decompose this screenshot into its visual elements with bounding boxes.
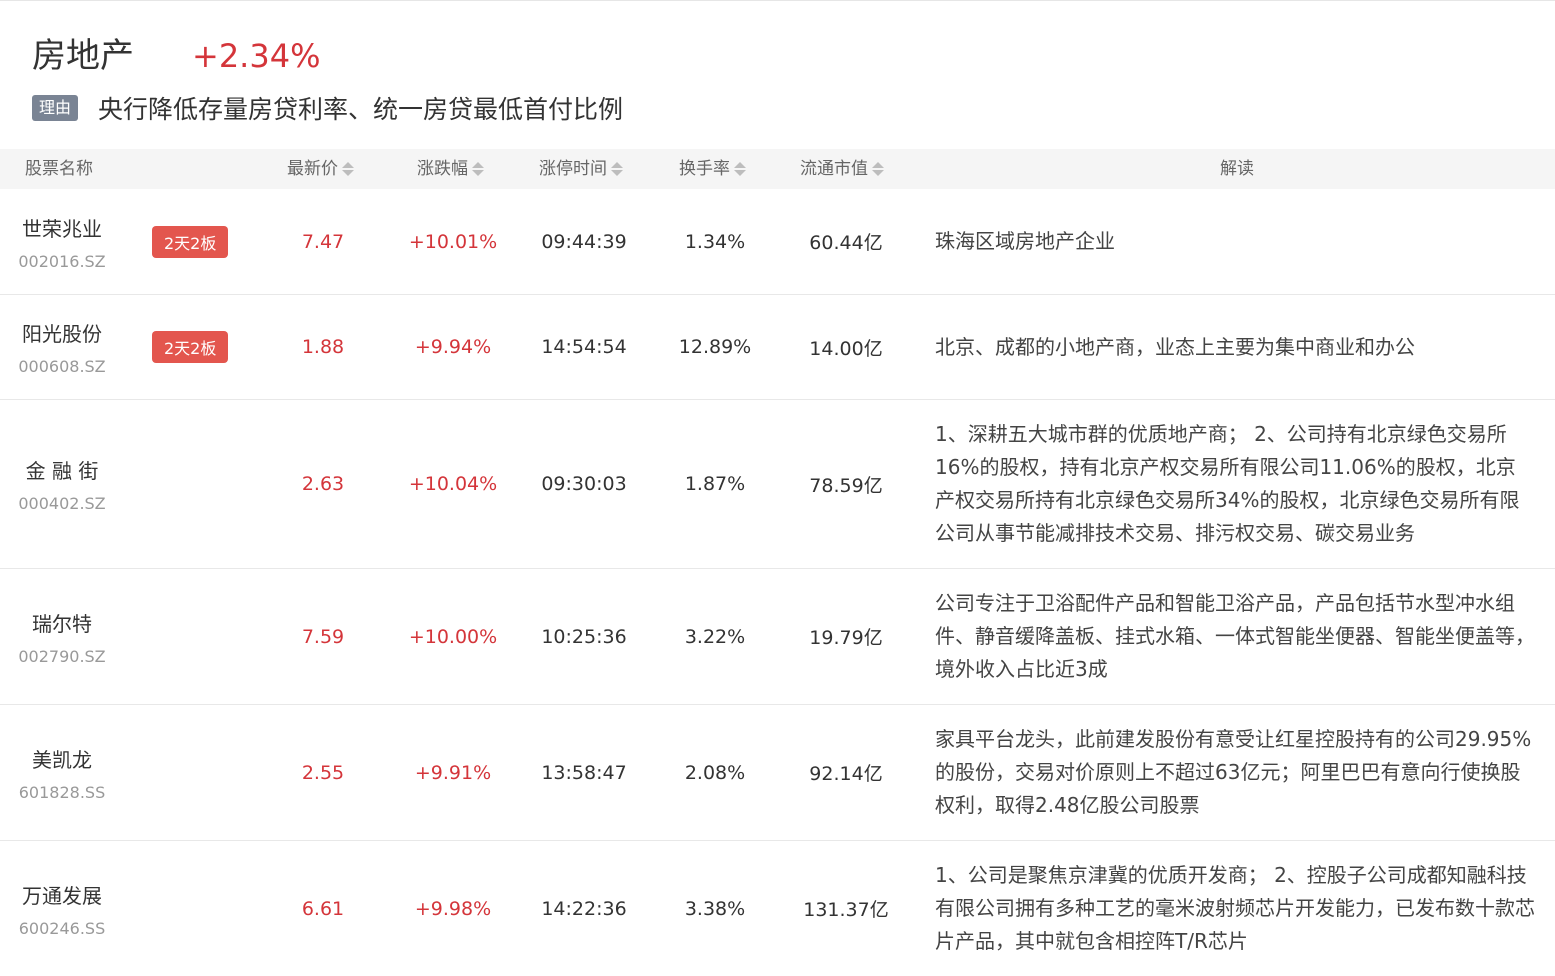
- stock-code: 002790.SZ: [18, 646, 106, 666]
- header-desc: 解读: [1220, 149, 1254, 189]
- float-market-cap: 78.59亿: [809, 474, 883, 497]
- sector-change: +2.34%: [192, 37, 321, 75]
- stock-name[interactable]: 世荣兆业: [22, 213, 102, 242]
- limit-up-time: 10:25:36: [541, 625, 627, 648]
- sort-icon[interactable]: [342, 162, 354, 176]
- stock-table-body: 世荣兆业 002016.SZ 2天2板 7.47 +10.01% 09:44:3…: [0, 189, 1555, 976]
- limit-up-time: 14:22:36: [541, 897, 627, 920]
- reason-row: 理由 央行降低存量房贷利率、统一房贷最低首付比例: [32, 90, 1512, 126]
- stock-name-cell[interactable]: 世荣兆业 002016.SZ: [0, 189, 124, 294]
- header-desc-label: 解读: [1220, 159, 1254, 179]
- stock-name-cell[interactable]: 阳光股份 000608.SZ: [0, 295, 124, 399]
- stock-code: 002016.SZ: [18, 251, 106, 271]
- header-change[interactable]: 涨跌幅: [417, 149, 484, 189]
- latest-price: 2.63: [301, 473, 345, 495]
- change-pct: +10.00%: [408, 625, 498, 648]
- latest-price: 7.59: [301, 625, 345, 648]
- change-pct: +9.91%: [414, 761, 492, 784]
- table-header: 股票名称 最新价 涨跌幅 涨停时间 换手率 流通市值 解读: [0, 149, 1555, 189]
- latest-price: 6.61: [301, 897, 345, 920]
- header-name-label: 股票名称: [25, 159, 93, 179]
- turnover-rate: 3.22%: [684, 625, 746, 648]
- title-row: 房地产 +2.34%: [32, 28, 1512, 76]
- header-float-cap-label: 流通市值: [800, 159, 868, 179]
- change-pct: +10.04%: [408, 473, 498, 495]
- table-row[interactable]: 瑞尔特 002790.SZ 7.59 +10.00% 10:25:36 3.22…: [0, 569, 1555, 705]
- float-market-cap: 131.37亿: [803, 899, 889, 921]
- limit-up-time: 14:54:54: [541, 336, 627, 358]
- limit-up-time: 09:44:39: [541, 230, 627, 253]
- top-divider: [0, 0, 1555, 1]
- sort-icon[interactable]: [872, 162, 884, 176]
- header-turnover[interactable]: 换手率: [679, 149, 746, 189]
- stock-description-text: 北京、成都的小地产商，业态上主要为集中商业和办公: [935, 334, 1415, 359]
- float-market-cap: 19.79亿: [809, 627, 883, 649]
- limit-up-badge: 2天2板: [152, 331, 229, 363]
- header-turnover-label: 换手率: [679, 159, 730, 179]
- stock-name-cell[interactable]: 瑞尔特 002790.SZ: [0, 569, 124, 704]
- change-pct: +9.94%: [414, 336, 492, 358]
- header-price-label: 最新价: [287, 159, 338, 179]
- stock-description: 北京、成都的小地产商，业态上主要为集中商业和办公: [935, 295, 1535, 399]
- turnover-rate: 1.87%: [684, 473, 746, 495]
- stock-name[interactable]: 万通发展: [22, 880, 102, 909]
- change-pct: +9.98%: [414, 897, 492, 920]
- reason-text: 央行降低存量房贷利率、统一房贷最低首付比例: [98, 95, 624, 124]
- table-row[interactable]: 金 融 街 000402.SZ 2.63 +10.04% 09:30:03 1.…: [0, 400, 1555, 569]
- float-market-cap: 60.44亿: [809, 232, 883, 254]
- float-market-cap: 14.00亿: [809, 337, 883, 360]
- stock-name[interactable]: 阳光股份: [22, 318, 102, 347]
- stock-description-text: 公司专注于卫浴配件产品和智能卫浴产品，产品包括节水型冲水组件、静音缓降盖板、挂式…: [935, 591, 1535, 681]
- header-price[interactable]: 最新价: [287, 149, 354, 189]
- stock-description-text: 1、深耕五大城市群的优质地产商； 2、公司持有北京绿色交易所16%的股权，持有北…: [935, 422, 1520, 545]
- stock-code: 000608.SZ: [18, 357, 106, 376]
- header-float-cap[interactable]: 流通市值: [800, 149, 884, 189]
- reason-tag: 理由: [32, 95, 79, 121]
- header-name: 股票名称: [25, 149, 93, 189]
- stock-description: 家具平台龙头，此前建发股份有意受让红星控股持有的公司29.95%的股份，交易对价…: [935, 705, 1535, 840]
- float-market-cap: 92.14亿: [809, 763, 883, 785]
- stock-description-text: 家具平台龙头，此前建发股份有意受让红星控股持有的公司29.95%的股份，交易对价…: [935, 727, 1532, 817]
- limit-up-badge: 2天2板: [152, 225, 229, 258]
- stock-code: 601828.SS: [18, 782, 106, 802]
- limit-up-time: 09:30:03: [541, 473, 627, 495]
- turnover-rate: 1.34%: [684, 230, 746, 253]
- limit-up-time: 13:58:47: [541, 761, 627, 784]
- header-limit-time[interactable]: 涨停时间: [539, 149, 623, 189]
- stock-description: 珠海区域房地产企业: [935, 189, 1535, 294]
- header-change-label: 涨跌幅: [417, 159, 468, 179]
- turnover-rate: 2.08%: [684, 761, 746, 784]
- stock-description: 1、深耕五大城市群的优质地产商； 2、公司持有北京绿色交易所16%的股权，持有北…: [935, 400, 1535, 568]
- stock-name-cell[interactable]: 金 融 街 000402.SZ: [0, 400, 124, 568]
- stock-name[interactable]: 美凯龙: [32, 744, 92, 773]
- stock-name-cell[interactable]: 美凯龙 601828.SS: [0, 705, 124, 840]
- turnover-rate: 12.89%: [678, 336, 752, 358]
- turnover-rate: 3.38%: [684, 897, 746, 920]
- stock-name[interactable]: 金 融 街: [26, 455, 99, 484]
- stock-description-text: 1、公司是聚焦京津冀的优质开发商； 2、控股子公司成都知融科技有限公司拥有多种工…: [935, 863, 1535, 953]
- sort-icon[interactable]: [734, 162, 746, 176]
- table-row[interactable]: 美凯龙 601828.SS 2.55 +9.91% 13:58:47 2.08%…: [0, 705, 1555, 841]
- stock-code: 600246.SS: [18, 918, 106, 938]
- sort-icon[interactable]: [611, 162, 623, 176]
- stock-description: 1、公司是聚焦京津冀的优质开发商； 2、控股子公司成都知融科技有限公司拥有多种工…: [935, 841, 1535, 976]
- table-row[interactable]: 世荣兆业 002016.SZ 2天2板 7.47 +10.01% 09:44:3…: [0, 189, 1555, 295]
- header-limit-time-label: 涨停时间: [539, 159, 607, 179]
- latest-price: 2.55: [301, 761, 345, 784]
- stock-description-text: 珠海区域房地产企业: [935, 229, 1115, 253]
- stock-code: 000402.SZ: [18, 494, 106, 513]
- latest-price: 7.47: [301, 230, 345, 253]
- sort-icon[interactable]: [472, 162, 484, 176]
- stock-description: 公司专注于卫浴配件产品和智能卫浴产品，产品包括节水型冲水组件、静音缓降盖板、挂式…: [935, 569, 1535, 704]
- stock-name[interactable]: 瑞尔特: [32, 608, 92, 637]
- table-row[interactable]: 阳光股份 000608.SZ 2天2板 1.88 +9.94% 14:54:54…: [0, 295, 1555, 400]
- latest-price: 1.88: [301, 336, 345, 358]
- change-pct: +10.01%: [408, 230, 498, 253]
- table-row[interactable]: 万通发展 600246.SS 6.61 +9.98% 14:22:36 3.38…: [0, 841, 1555, 976]
- sector-name: 房地产: [32, 36, 134, 76]
- stock-name-cell[interactable]: 万通发展 600246.SS: [0, 841, 124, 976]
- sector-header: 房地产 +2.34% 理由 央行降低存量房贷利率、统一房贷最低首付比例: [32, 28, 1512, 126]
